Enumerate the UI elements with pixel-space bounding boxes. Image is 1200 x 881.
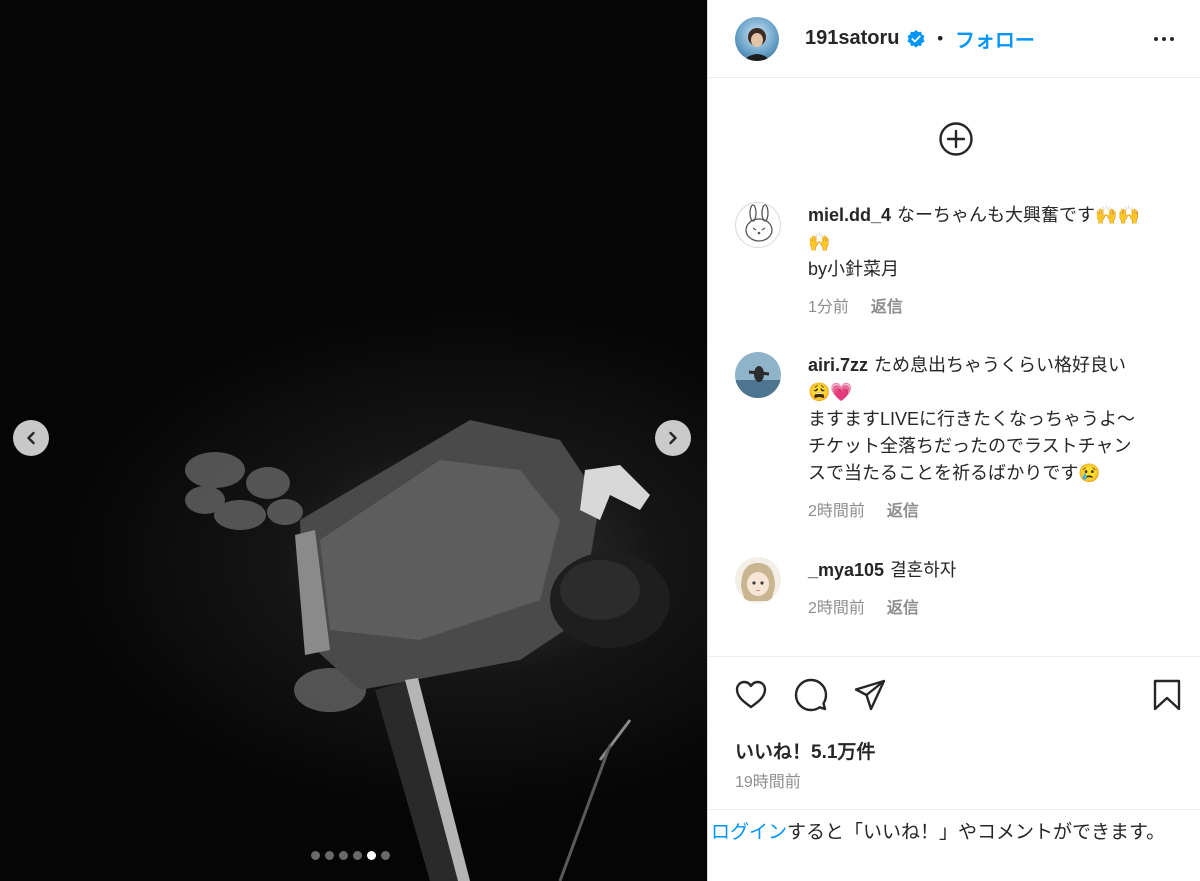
comment-line: ますますLIVEに行きたくなっちゃうよ〜	[808, 409, 1136, 429]
comment-line: 결혼하자	[890, 560, 957, 580]
comment-item: airi.7zz ため息出ちゃうくらい格好良い 😩💗 ますますLIVEに行きたくな…	[735, 352, 1185, 521]
comment-icon[interactable]	[794, 678, 828, 712]
likes-count[interactable]: いいね！5.1万件	[735, 737, 875, 764]
comment-item: miel.dd_4 なーちゃんも大興奮です🙌🙌 🙌 by小針菜月 1分前 返信	[735, 202, 1185, 317]
comment-time: 2時間前	[808, 600, 865, 617]
comment-line: by小針菜月	[808, 259, 900, 279]
send-icon[interactable]	[853, 678, 887, 712]
chevron-left-icon	[27, 431, 35, 445]
carousel-dot	[339, 851, 348, 860]
reply-button[interactable]: 返信	[871, 293, 903, 317]
beach-avatar-image	[735, 352, 781, 398]
post-media[interactable]	[0, 0, 707, 881]
header-separator: •	[935, 29, 945, 48]
author-username[interactable]: 191satoru	[805, 27, 900, 50]
comment-text: _mya105 결혼하자	[808, 557, 1185, 584]
comment-meta: 2時間前 返信	[808, 497, 1185, 521]
commenter-avatar[interactable]	[735, 352, 781, 398]
heart-icon[interactable]	[734, 678, 768, 712]
comment-time: 2時間前	[808, 503, 865, 520]
reply-button[interactable]: 返信	[887, 497, 919, 521]
comment-line: 😩💗	[808, 382, 853, 402]
login-prompt: ログインすると「いいね！」やコメントができます。	[708, 809, 1200, 881]
post-timestamp[interactable]: 19時間前	[735, 768, 801, 792]
reply-button[interactable]: 返信	[887, 594, 919, 618]
author-avatar[interactable]	[735, 16, 779, 61]
follow-button[interactable]: フォロー	[955, 24, 1035, 53]
comment-line: チケット全落ちだったのでラストチャン	[808, 436, 1132, 456]
carousel-prev-button[interactable]	[13, 420, 49, 456]
comment-time: 1分前	[808, 299, 849, 316]
comment-text: miel.dd_4 なーちゃんも大興奮です🙌🙌 🙌 by小針菜月	[808, 202, 1185, 283]
carousel-dot	[325, 851, 334, 860]
comment-username[interactable]: airi.7zz	[808, 355, 868, 375]
comment-line: なーちゃんも大興奮です🙌🙌	[897, 205, 1140, 225]
comment-username[interactable]: miel.dd_4	[808, 205, 891, 225]
author-avatar-image	[743, 27, 771, 61]
plus-circle-icon[interactable]	[938, 121, 974, 157]
bunny-avatar-image	[745, 204, 773, 242]
commenter-avatar[interactable]	[735, 557, 781, 603]
login-link[interactable]: ログイン	[711, 822, 787, 843]
post-header: 191satoru • フォロー	[708, 0, 1200, 78]
bookmark-icon[interactable]	[1152, 678, 1182, 712]
more-horizontal-icon[interactable]	[1152, 27, 1176, 51]
carousel-dot	[311, 851, 320, 860]
comment-item: _mya105 결혼하자 2時間前 返信	[735, 557, 1185, 618]
comment-meta: 2時間前 返信	[808, 594, 1185, 618]
commenter-avatar[interactable]	[735, 202, 781, 248]
anime-avatar-image	[741, 563, 775, 601]
carousel-dot	[381, 851, 390, 860]
action-bar	[708, 656, 1200, 712]
login-prompt-text: すると「いいね！」やコメントができます。	[787, 822, 1166, 843]
comment-line: 🙌	[808, 232, 831, 252]
concert-photo	[185, 420, 670, 881]
post-side-panel: 191satoru • フォロー miel.dd_4 なーちゃんも大興奮です🙌🙌…	[707, 0, 1200, 881]
comment-line: ため息出ちゃうくらい格好良い	[874, 355, 1127, 375]
carousel-next-button[interactable]	[655, 420, 691, 456]
chevron-right-icon	[669, 431, 677, 445]
verified-badge-icon	[907, 29, 924, 48]
comment-username[interactable]: _mya105	[808, 560, 884, 580]
carousel-dot	[353, 851, 362, 860]
comment-meta: 1分前 返信	[808, 293, 1185, 317]
carousel-indicator	[311, 851, 390, 860]
comment-line: スで当たることを祈るばかりです😢	[808, 463, 1101, 483]
comment-text: airi.7zz ため息出ちゃうくらい格好良い 😩💗 ますますLIVEに行きたくな…	[808, 352, 1185, 487]
carousel-dot	[367, 851, 376, 860]
